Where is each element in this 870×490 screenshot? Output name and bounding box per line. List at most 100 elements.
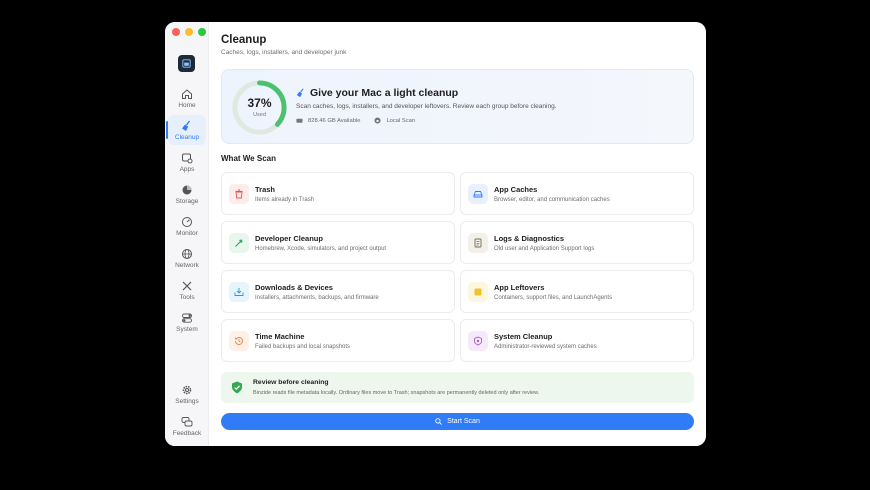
card-time-machine[interactable]: Time Machine Failed backups and local sn… [221, 319, 455, 362]
clock-history-icon [234, 337, 243, 345]
hero-card: 37% Used Give your Mac a light cleanup S… [221, 69, 694, 144]
card-developer-cleanup[interactable]: Developer Cleanup Homebrew, Xcode, simul… [221, 221, 455, 264]
card-subtitle: Homebrew, Xcode, simulators, and project… [255, 246, 387, 252]
card-system-cleanup[interactable]: System Cleanup Administrator-reviewed sy… [460, 319, 694, 362]
card-icon-box [229, 184, 249, 204]
usage-label: Used [253, 112, 266, 118]
card-icon-box [229, 233, 249, 253]
close-window-button[interactable] [172, 28, 180, 36]
disk-usage-gauge: 37% Used [230, 78, 289, 137]
sidebar-item-label: Cleanup [174, 133, 200, 141]
card-title: Developer Cleanup [255, 234, 323, 243]
wrench-screwdriver-icon [182, 281, 192, 290]
sidebar: Home Cleanup Apps Storage Monitor Networ… [165, 22, 209, 446]
card-logs-diagnostics[interactable]: Logs & Diagnostics Old user and Applicat… [460, 221, 694, 264]
card-icon-box [229, 331, 249, 351]
sidebar-item-tools[interactable]: Tools [168, 275, 206, 305]
card-title: Time Machine [255, 332, 305, 341]
document-icon [474, 238, 482, 248]
drive-icon [473, 191, 483, 198]
card-app-caches[interactable]: App Caches Browser, editor, and communic… [460, 172, 694, 215]
broom-icon [296, 88, 304, 98]
card-title: Logs & Diagnostics [494, 234, 565, 243]
start-scan-button[interactable]: Start Scan [221, 413, 694, 430]
lock-icon [374, 117, 381, 124]
hammer-icon [235, 239, 243, 247]
page-subtitle: Caches, logs, installers, and developer … [221, 49, 347, 56]
sidebar-item-label: System [176, 325, 198, 333]
sidebar-item-label: Network [175, 261, 199, 269]
zoom-window-button[interactable] [198, 28, 206, 36]
sidebar-item-label: Settings [175, 397, 199, 405]
sidebar-item-settings[interactable]: Settings [168, 379, 206, 409]
window-controls [172, 28, 206, 36]
notice-text: Binzide reads file metadata locally. Ord… [253, 390, 540, 396]
card-title: Downloads & Devices [255, 283, 333, 292]
sidebar-item-apps[interactable]: Apps [168, 147, 206, 177]
card-subtitle: Items already in Trash [255, 197, 315, 203]
gear-icon [182, 385, 192, 394]
trash-icon [235, 189, 243, 199]
hero-title-text: Give your Mac a light cleanup [310, 87, 459, 99]
sidebar-item-label: Monitor [176, 229, 198, 237]
card-title: App Caches [494, 185, 538, 194]
sidebar-item-monitor[interactable]: Monitor [168, 211, 206, 241]
sidebar-item-storage[interactable]: Storage [168, 179, 206, 209]
sidebar-item-home[interactable]: Home [168, 83, 206, 113]
shield-icon [474, 336, 482, 346]
available-space-text: 828.46 GB Available [308, 117, 361, 124]
globe-icon [182, 248, 192, 259]
review-notice: Review before cleaning Binzide reads fil… [221, 372, 694, 403]
start-scan-label: Start Scan [447, 418, 480, 425]
card-icon-box [229, 282, 249, 302]
card-icon-box [468, 331, 488, 351]
sidebar-item-network[interactable]: Network [168, 243, 206, 273]
card-title: App Leftovers [494, 283, 545, 292]
pie-chart-icon [182, 185, 192, 194]
card-subtitle: Browser, editor, and communication cache… [494, 197, 610, 203]
card-icon-box [468, 282, 488, 302]
card-app-leftovers[interactable]: App Leftovers Containers, support files,… [460, 270, 694, 313]
card-downloads-devices[interactable]: Downloads & Devices Installers, attachme… [221, 270, 455, 313]
box-icon [474, 288, 482, 296]
app-window: Home Cleanup Apps Storage Monitor Networ… [165, 22, 706, 446]
section-title: What We Scan [221, 154, 276, 163]
sidebar-item-label: Storage [175, 197, 199, 205]
sidebar-item-label: Tools [179, 293, 195, 301]
card-title: Trash [255, 185, 276, 194]
usage-percent: 37% [247, 96, 272, 110]
sidebar-item-label: Feedback [172, 429, 202, 437]
minimize-window-button[interactable] [185, 28, 193, 36]
card-title: System Cleanup [494, 332, 553, 341]
scan-type: Local Scan [374, 117, 415, 124]
apps-icon [182, 153, 193, 163]
card-subtitle: Containers, support files, and LaunchAge… [494, 295, 613, 301]
sidebar-item-label: Apps [179, 165, 195, 173]
card-subtitle: Old user and Application Support logs [494, 246, 595, 252]
sidebar-item-feedback[interactable]: Feedback [168, 411, 206, 441]
page-title: Cleanup [221, 34, 267, 46]
hero-meta: 828.46 GB Available Local Scan [296, 117, 415, 124]
card-icon-box [468, 233, 488, 253]
hero-description: Scan caches, logs, installers, and devel… [296, 103, 557, 110]
scan-type-text: Local Scan [386, 117, 416, 124]
card-icon-box [468, 184, 488, 204]
tray-download-icon [234, 288, 244, 296]
drive-icon [296, 118, 303, 123]
sidebar-item-system[interactable]: System [168, 307, 206, 337]
notice-title: Review before cleaning [253, 379, 329, 386]
app-logo [178, 55, 195, 72]
sidebar-item-label: Home [178, 101, 196, 109]
available-space: 828.46 GB Available [296, 117, 360, 124]
card-trash[interactable]: Trash Items already in Trash [221, 172, 455, 215]
gauge-icon [182, 216, 192, 227]
broom-icon [182, 120, 191, 131]
chat-bubbles-icon [181, 416, 193, 426]
card-subtitle: Installers, attachments, backups, and fi… [255, 295, 379, 301]
card-subtitle: Failed backups and local snapshots [255, 344, 351, 350]
toggles-icon [182, 313, 192, 323]
shield-check-icon [232, 381, 242, 394]
hero-title: Give your Mac a light cleanup [296, 87, 458, 99]
card-subtitle: Administrator-reviewed system caches [494, 344, 597, 350]
sidebar-item-cleanup[interactable]: Cleanup [166, 115, 206, 145]
